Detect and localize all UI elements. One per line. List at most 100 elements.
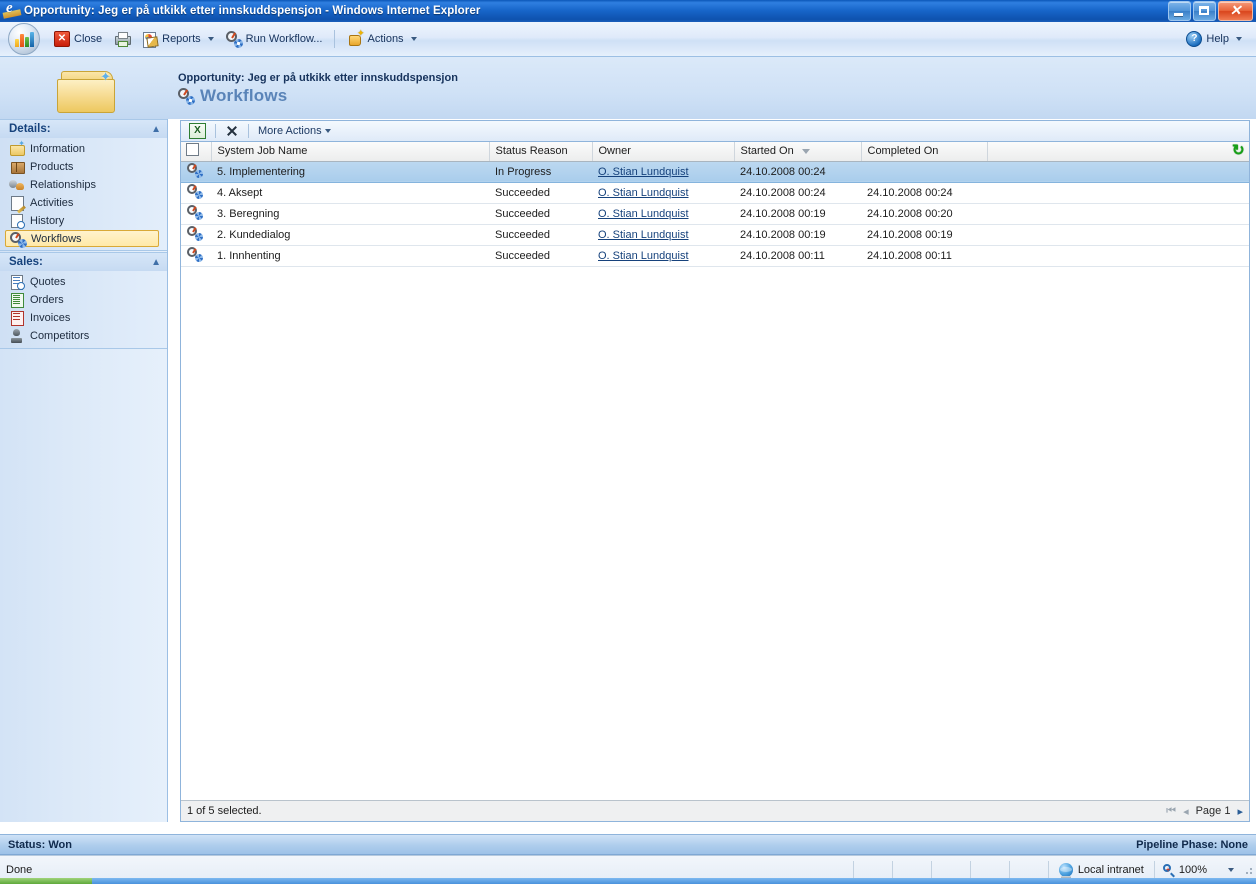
table-row[interactable]: 5. Implementering In Progress O. Stian L… bbox=[181, 160, 1249, 183]
cell-completed-on: 24.10.2008 00:24 bbox=[861, 182, 987, 204]
zoom-magnifier-icon: + bbox=[1162, 864, 1175, 876]
cell-completed-on: 24.10.2008 00:20 bbox=[861, 203, 987, 225]
column-header-completed-on[interactable]: Completed On bbox=[861, 142, 988, 162]
sidebar-item-invoices[interactable]: Invoices bbox=[0, 309, 167, 327]
minimize-button[interactable] bbox=[1168, 1, 1191, 21]
column-header-owner[interactable]: Owner bbox=[592, 142, 735, 162]
refresh-icon[interactable] bbox=[1232, 141, 1245, 159]
security-zone-label: Local intranet bbox=[1077, 864, 1144, 876]
cell-status-reason: Succeeded bbox=[489, 224, 592, 246]
sidebar-item-label: History bbox=[30, 215, 65, 227]
cell-spacer bbox=[987, 245, 1249, 267]
export-to-excel-button[interactable] bbox=[184, 122, 211, 140]
record-status-bar: Status: Won Pipeline Phase: None bbox=[0, 834, 1256, 855]
select-all-checkbox[interactable] bbox=[186, 143, 199, 157]
sidebar-item-activities[interactable]: Activities bbox=[0, 194, 167, 212]
table-row[interactable]: 2. Kundedialog Succeeded O. Stian Lundqu… bbox=[181, 224, 1249, 246]
cell-started-on: 24.10.2008 00:19 bbox=[734, 203, 861, 225]
column-label: System Job Name bbox=[217, 145, 308, 158]
cell-completed-on: 24.10.2008 00:19 bbox=[861, 224, 987, 246]
sidebar-item-label: Competitors bbox=[30, 330, 90, 342]
column-header-status-reason[interactable]: Status Reason bbox=[489, 142, 593, 162]
local-intranet-icon bbox=[1058, 863, 1073, 879]
maximize-restore-button[interactable] bbox=[1193, 1, 1216, 21]
table-row[interactable]: 3. Beregning Succeeded O. Stian Lundquis… bbox=[181, 203, 1249, 225]
sidebar-item-information[interactable]: Information bbox=[0, 139, 167, 158]
cell-owner: O. Stian Lundquist bbox=[592, 160, 734, 183]
cell-status-reason: In Progress bbox=[489, 160, 592, 183]
status-divider bbox=[891, 861, 893, 879]
actions-icon bbox=[347, 28, 364, 47]
page-title: Workflows bbox=[200, 86, 288, 105]
grid-toolbar-divider bbox=[248, 124, 249, 138]
sidebar-item-relationships[interactable]: Relationships bbox=[0, 176, 167, 194]
sidebar-group-header-details[interactable]: Details: ▲ bbox=[0, 120, 167, 138]
owner-link[interactable]: O. Stian Lundquist bbox=[598, 208, 689, 220]
select-all-header[interactable] bbox=[181, 142, 212, 162]
sidebar-item-orders[interactable]: Orders bbox=[0, 291, 167, 309]
cell-system-job-name: 4. Aksept bbox=[211, 182, 489, 204]
more-actions-button[interactable]: More Actions bbox=[253, 122, 336, 140]
print-button[interactable] bbox=[108, 28, 136, 50]
more-actions-label: More Actions bbox=[258, 125, 322, 137]
chevron-down-icon bbox=[410, 37, 417, 41]
cell-completed-on bbox=[861, 160, 987, 183]
table-row[interactable]: 1. Innhenting Succeeded O. Stian Lundqui… bbox=[181, 245, 1249, 267]
app-toolbar: Close Reports Run Workflow... Actions He… bbox=[0, 22, 1256, 57]
sidebar-item-label: Quotes bbox=[30, 276, 66, 288]
column-header-spacer bbox=[987, 141, 1249, 162]
reports-icon bbox=[142, 31, 158, 48]
actions-button[interactable]: Actions bbox=[341, 28, 422, 50]
window-title: Opportunity: Jeg er på utkikk etter inns… bbox=[24, 5, 481, 17]
record-status-left: Status: Won bbox=[8, 838, 72, 851]
chevron-up-icon[interactable]: ▲ bbox=[151, 124, 161, 135]
sidebar-item-competitors[interactable]: Competitors bbox=[0, 327, 167, 345]
row-type-icon-cell bbox=[181, 245, 211, 267]
sidebar-item-products[interactable]: Products bbox=[0, 158, 167, 176]
delete-button[interactable] bbox=[220, 122, 244, 140]
cell-system-job-name: 3. Beregning bbox=[211, 203, 489, 225]
owner-link[interactable]: O. Stian Lundquist bbox=[598, 166, 689, 178]
chevron-down-icon[interactable] bbox=[1228, 868, 1234, 872]
column-header-system-job-name[interactable]: System Job Name bbox=[211, 142, 490, 162]
owner-link[interactable]: O. Stian Lundquist bbox=[598, 250, 689, 262]
reports-button[interactable]: Reports bbox=[136, 28, 220, 50]
products-box-icon bbox=[9, 159, 25, 175]
column-header-started-on[interactable]: Started On bbox=[734, 142, 862, 162]
sidebar-group-header-sales[interactable]: Sales: ▲ bbox=[0, 253, 167, 271]
security-zone-indicator[interactable]: Local intranet bbox=[1049, 863, 1154, 879]
selection-status: 1 of 5 selected. bbox=[187, 805, 262, 817]
zoom-control[interactable]: + 100% bbox=[1155, 864, 1242, 876]
help-icon bbox=[1186, 31, 1203, 47]
workflow-icon bbox=[178, 88, 195, 105]
sidebar-group-sales: Sales: ▲ Quotes Orders Invoices Competit… bbox=[0, 252, 167, 349]
taskbar-start-button[interactable] bbox=[0, 878, 92, 884]
print-icon bbox=[114, 31, 132, 47]
folder-icon: ✦ bbox=[57, 69, 117, 115]
close-window-button[interactable]: ✕ bbox=[1218, 1, 1253, 21]
status-divider bbox=[930, 861, 932, 879]
table-header-row: System Job Name Status Reason Owner Star… bbox=[181, 141, 1249, 162]
orders-icon bbox=[9, 292, 25, 308]
table-row[interactable]: 4. Aksept Succeeded O. Stian Lundquist 2… bbox=[181, 182, 1249, 204]
help-button[interactable]: Help bbox=[1180, 28, 1248, 50]
owner-link[interactable]: O. Stian Lundquist bbox=[598, 229, 689, 241]
cell-spacer bbox=[987, 160, 1249, 183]
previous-page-icon[interactable]: ◂ bbox=[1183, 805, 1189, 818]
window-resize-grip[interactable] bbox=[1242, 864, 1254, 876]
internet-explorer-icon bbox=[4, 3, 20, 19]
sidebar-item-workflows[interactable]: Workflows bbox=[5, 230, 159, 248]
close-button[interactable]: Close bbox=[48, 28, 108, 50]
sidebar-item-history[interactable]: History bbox=[0, 212, 167, 230]
sidebar-item-quotes[interactable]: Quotes bbox=[0, 273, 167, 291]
cell-status-reason: Succeeded bbox=[489, 245, 592, 267]
next-page-icon[interactable]: ▸ bbox=[1237, 805, 1243, 818]
information-folder-icon bbox=[9, 139, 25, 157]
chevron-up-icon[interactable]: ▲ bbox=[151, 257, 161, 268]
run-workflow-button[interactable]: Run Workflow... bbox=[220, 28, 329, 50]
sidebar-item-label: Products bbox=[30, 161, 74, 173]
first-page-icon[interactable]: ⏮ bbox=[1166, 805, 1176, 818]
cell-spacer bbox=[987, 182, 1249, 204]
owner-link[interactable]: O. Stian Lundquist bbox=[598, 187, 689, 199]
sidebar-item-label: Orders bbox=[30, 294, 64, 306]
